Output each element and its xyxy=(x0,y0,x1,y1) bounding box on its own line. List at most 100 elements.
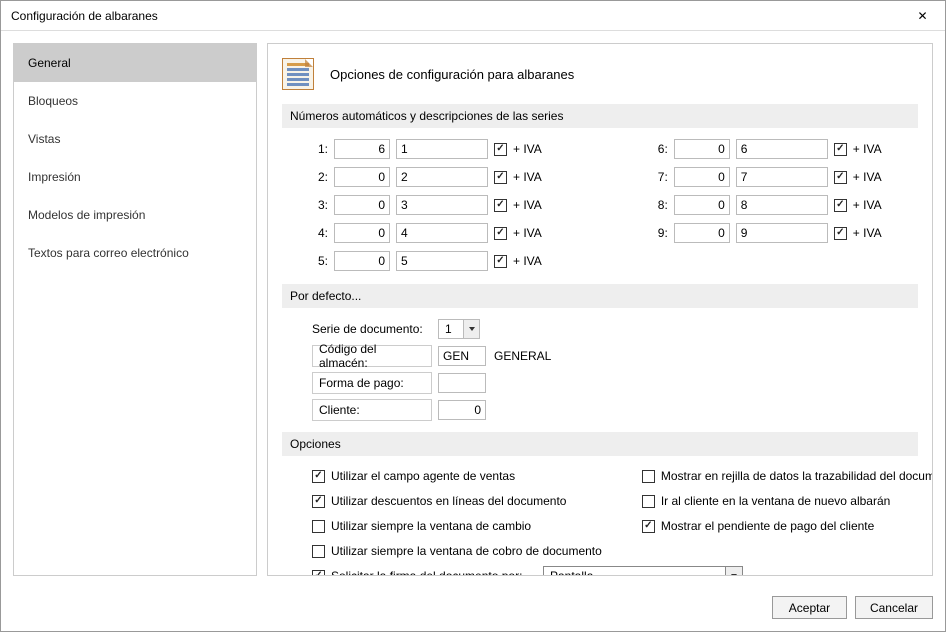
series-iva-checkbox[interactable] xyxy=(834,171,847,184)
sidebar-item-label: Impresión xyxy=(28,170,81,184)
series-iva-label: + IVA xyxy=(513,142,542,156)
series-desc-input[interactable] xyxy=(736,195,828,215)
series-row: 6:+ IVA xyxy=(652,138,882,160)
series-iva-label: + IVA xyxy=(853,142,882,156)
dialog-body: General Bloqueos Vistas Impresión Modelo… xyxy=(1,31,945,588)
sidebar-item-modelos[interactable]: Modelos de impresión xyxy=(14,196,256,234)
almacen-label-button[interactable]: Código del almacén: xyxy=(312,345,432,367)
series-row: 8: + IVA xyxy=(652,194,882,216)
series-num-input[interactable] xyxy=(334,223,390,243)
option-label: Mostrar el pendiente de pago del cliente xyxy=(661,519,874,533)
option-label: Utilizar descuentos en líneas del docume… xyxy=(331,494,566,508)
sidebar-item-general[interactable]: General xyxy=(14,44,256,82)
document-icon xyxy=(282,58,314,90)
forma-label-button[interactable]: Forma de pago: xyxy=(312,372,432,394)
sidebar-item-impresion[interactable]: Impresión xyxy=(14,158,256,196)
series-iva-label: + IVA xyxy=(513,226,542,240)
series-row: 7:+ IVA xyxy=(652,166,882,188)
series-iva-label: + IVA xyxy=(513,198,542,212)
series-num-input[interactable] xyxy=(334,139,390,159)
series-desc-input[interactable] xyxy=(396,251,488,271)
series-iva-label: + IVA xyxy=(513,254,542,268)
signature-combo-wrap: Pantalla Pantalla Wacom STU-430/STU-300 xyxy=(543,566,743,576)
series-row: 5:+ IVA xyxy=(312,250,542,272)
sidebar-item-label: Textos para correo electrónico xyxy=(28,246,189,260)
section-defaults-title: Por defecto... xyxy=(282,284,918,308)
option-checkbox[interactable] xyxy=(312,520,325,533)
series-desc-input[interactable] xyxy=(736,139,828,159)
signature-combo-value: Pantalla xyxy=(544,569,725,576)
dialog-footer: Aceptar Cancelar xyxy=(1,588,945,631)
series-index: 8: xyxy=(652,198,668,212)
series-iva-checkbox[interactable] xyxy=(834,199,847,212)
series-desc-input[interactable] xyxy=(736,223,828,243)
option-label: Utilizar el campo agente de ventas xyxy=(331,469,515,483)
sidebar-item-vistas[interactable]: Vistas xyxy=(14,120,256,158)
option-checkbox[interactable] xyxy=(642,520,655,533)
series-desc-input[interactable] xyxy=(396,139,488,159)
series-iva-checkbox[interactable] xyxy=(834,143,847,156)
series-desc-input[interactable] xyxy=(396,223,488,243)
option-label: Mostrar en rejilla de datos la trazabili… xyxy=(661,469,933,483)
series-index: 9: xyxy=(652,226,668,240)
options-block: Utilizar el campo agente de ventas Utiliz… xyxy=(282,466,918,576)
series-row: 2: + IVA xyxy=(312,166,542,188)
series-iva-checkbox[interactable] xyxy=(494,227,507,240)
series-num-input[interactable] xyxy=(334,167,390,187)
series-iva-checkbox[interactable] xyxy=(494,255,507,268)
ok-button[interactable]: Aceptar xyxy=(772,596,847,619)
series-grid: 1:+ IVA2:+ IVA3:+ IVA4:+ IVA5:+ IVA 6:+ … xyxy=(282,138,918,284)
series-desc-input[interactable] xyxy=(396,167,488,187)
sidebar-item-label: General xyxy=(28,56,71,70)
series-desc-input[interactable] xyxy=(736,167,828,187)
sidebar: General Bloqueos Vistas Impresión Modelo… xyxy=(13,43,257,576)
option-row: Utilizar siempre la ventana de cambio xyxy=(312,516,602,536)
option-checkbox[interactable] xyxy=(642,470,655,483)
forma-input[interactable] xyxy=(438,373,486,393)
cliente-input[interactable] xyxy=(438,400,486,420)
option-label: Ir al cliente en la ventana de nuevo alb… xyxy=(661,494,891,508)
series-iva-label: + IVA xyxy=(513,170,542,184)
serie-combo-button[interactable] xyxy=(463,320,479,338)
option-row: Ir al cliente en la ventana de nuevo alb… xyxy=(642,491,933,511)
option-checkbox[interactable] xyxy=(312,545,325,558)
cliente-label-button[interactable]: Cliente: xyxy=(312,399,432,421)
serie-combo[interactable]: 1 xyxy=(438,319,480,339)
series-row: 4:+ IVA xyxy=(312,222,542,244)
series-iva-checkbox[interactable] xyxy=(494,143,507,156)
series-iva-checkbox[interactable] xyxy=(494,199,507,212)
cancel-button[interactable]: Cancelar xyxy=(855,596,933,619)
option-row: Mostrar en rejilla de datos la trazabili… xyxy=(642,466,933,486)
section-series-title: Números automáticos y descripciones de l… xyxy=(282,104,918,128)
series-iva-checkbox[interactable] xyxy=(834,227,847,240)
dialog-window: Configuración de albaranes ✕ General Blo… xyxy=(0,0,946,632)
sidebar-item-bloqueos[interactable]: Bloqueos xyxy=(14,82,256,120)
sidebar-item-textos[interactable]: Textos para correo electrónico xyxy=(14,234,256,272)
option-row: Utilizar el campo agente de ventas xyxy=(312,466,602,486)
series-num-input[interactable] xyxy=(674,139,730,159)
option-checkbox[interactable] xyxy=(642,495,655,508)
series-iva-label: + IVA xyxy=(853,198,882,212)
series-index: 1: xyxy=(312,142,328,156)
series-index: 2: xyxy=(312,170,328,184)
almacen-code-input[interactable] xyxy=(438,346,486,366)
dialog-title: Configuración de albaranes xyxy=(11,9,158,23)
signature-combo-button[interactable] xyxy=(725,567,742,576)
chevron-down-icon xyxy=(469,327,475,331)
signature-checkbox[interactable] xyxy=(312,570,325,577)
option-checkbox[interactable] xyxy=(312,495,325,508)
series-num-input[interactable] xyxy=(674,223,730,243)
content: Opciones de configuración para albaranes… xyxy=(267,43,933,576)
series-num-input[interactable] xyxy=(674,167,730,187)
series-row: 3:+ IVA xyxy=(312,194,542,216)
series-iva-checkbox[interactable] xyxy=(494,171,507,184)
option-checkbox[interactable] xyxy=(312,470,325,483)
series-desc-input[interactable] xyxy=(396,195,488,215)
series-num-input[interactable] xyxy=(334,251,390,271)
signature-combo[interactable]: Pantalla xyxy=(543,566,743,576)
series-iva-label: + IVA xyxy=(853,226,882,240)
close-button[interactable]: ✕ xyxy=(900,1,945,31)
sidebar-item-label: Modelos de impresión xyxy=(28,208,145,222)
series-num-input[interactable] xyxy=(674,195,730,215)
series-num-input[interactable] xyxy=(334,195,390,215)
